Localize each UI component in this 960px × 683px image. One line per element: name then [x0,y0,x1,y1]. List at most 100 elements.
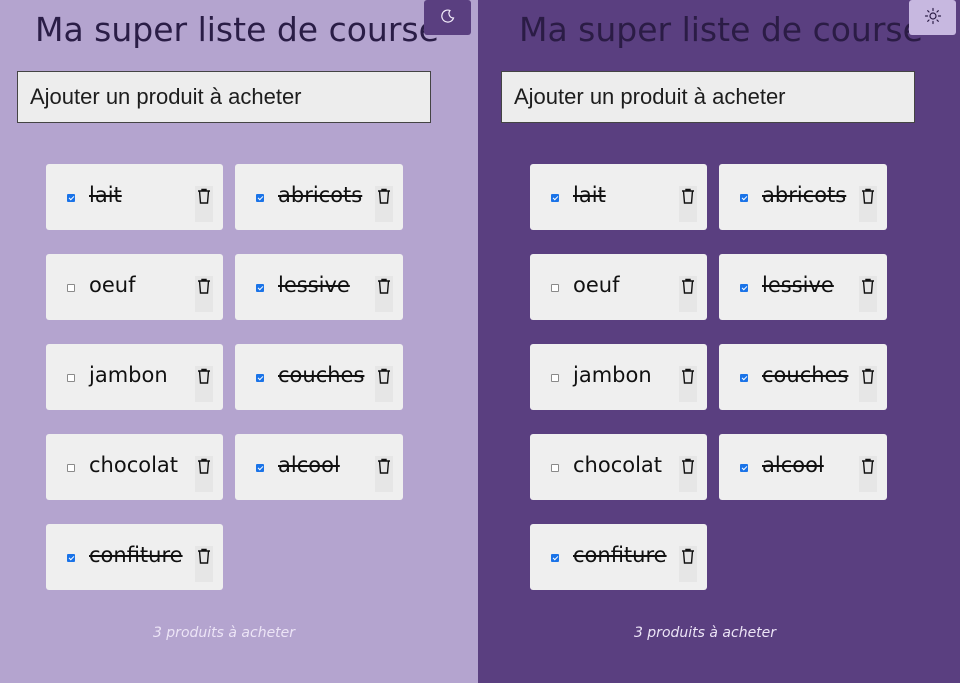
delete-button[interactable] [195,276,213,312]
dark-mode-toggle[interactable] [424,0,471,35]
delete-button[interactable] [859,186,877,222]
product-grid: lait abricots oeuf lessive jambon couche… [46,164,403,590]
product-checkbox[interactable] [740,284,748,292]
product-checkbox[interactable] [67,284,75,292]
product-label: lait [89,183,122,207]
product-item: abricots [235,164,403,230]
delete-button[interactable] [859,366,877,402]
product-item: chocolat [46,434,223,500]
sun-icon [924,7,942,28]
trash-icon [198,188,210,204]
product-item: oeuf [46,254,223,320]
product-item: alcool [719,434,887,500]
product-checkbox[interactable] [256,284,264,292]
product-checkbox[interactable] [67,194,75,202]
delete-button[interactable] [195,456,213,492]
product-label: confiture [89,543,183,567]
delete-button[interactable] [679,276,697,312]
product-label: lessive [278,273,350,297]
remaining-count: 3 produits à acheter [633,625,777,641]
delete-button[interactable] [375,186,393,222]
light-theme-panel: Ma super liste de course lait abricots o… [0,0,478,683]
trash-icon [198,368,210,384]
product-item: lessive [719,254,887,320]
product-item: alcool [235,434,403,500]
product-label: jambon [89,363,168,387]
delete-button[interactable] [679,456,697,492]
remaining-count: 3 produits à acheter [152,625,296,641]
trash-icon [862,368,874,384]
product-checkbox[interactable] [551,464,559,472]
trash-icon [862,458,874,474]
delete-button[interactable] [375,366,393,402]
trash-icon [682,188,694,204]
product-checkbox[interactable] [67,554,75,562]
trash-icon [198,548,210,564]
add-product-input[interactable] [17,71,431,123]
product-label: jambon [573,363,652,387]
delete-button[interactable] [375,276,393,312]
trash-icon [378,188,390,204]
product-label: lessive [762,273,834,297]
product-label: couches [762,363,849,387]
product-item: lait [530,164,707,230]
trash-icon [378,278,390,294]
product-item: couches [719,344,887,410]
moon-icon [440,8,456,27]
delete-button[interactable] [859,276,877,312]
trash-icon [862,188,874,204]
product-checkbox[interactable] [256,374,264,382]
product-checkbox[interactable] [551,284,559,292]
product-label: confiture [573,543,667,567]
product-item: oeuf [530,254,707,320]
add-product-input[interactable] [501,71,915,123]
product-item: confiture [530,524,707,590]
product-item: jambon [530,344,707,410]
product-label: couches [278,363,365,387]
product-item: confiture [46,524,223,590]
light-mode-toggle[interactable] [909,0,956,35]
product-checkbox[interactable] [67,374,75,382]
delete-button[interactable] [859,456,877,492]
page-title: Ma super liste de course [519,10,923,49]
product-checkbox[interactable] [551,194,559,202]
delete-button[interactable] [195,546,213,582]
product-checkbox[interactable] [740,374,748,382]
trash-icon [682,368,694,384]
trash-icon [862,278,874,294]
delete-button[interactable] [679,186,697,222]
product-item: lessive [235,254,403,320]
trash-icon [682,458,694,474]
product-label: lait [573,183,606,207]
product-label: chocolat [573,453,663,477]
product-checkbox[interactable] [67,464,75,472]
product-item: chocolat [530,434,707,500]
delete-button[interactable] [195,186,213,222]
delete-button[interactable] [679,366,697,402]
trash-icon [378,458,390,474]
delete-button[interactable] [195,366,213,402]
product-checkbox[interactable] [551,374,559,382]
trash-icon [682,278,694,294]
product-checkbox[interactable] [740,464,748,472]
product-label: alcool [278,453,340,477]
product-label: chocolat [89,453,179,477]
product-label: alcool [762,453,824,477]
delete-button[interactable] [375,456,393,492]
trash-icon [378,368,390,384]
product-label: oeuf [573,273,620,297]
product-item: couches [235,344,403,410]
product-checkbox[interactable] [740,194,748,202]
product-grid: lait abricots oeuf lessive jambon couche… [530,164,887,590]
trash-icon [682,548,694,564]
product-label: abricots [278,183,363,207]
dark-theme-panel: Ma super liste de course lait abricots [478,0,960,683]
product-item: lait [46,164,223,230]
product-label: abricots [762,183,847,207]
product-checkbox[interactable] [256,194,264,202]
product-item: jambon [46,344,223,410]
delete-button[interactable] [679,546,697,582]
trash-icon [198,458,210,474]
product-checkbox[interactable] [551,554,559,562]
product-checkbox[interactable] [256,464,264,472]
